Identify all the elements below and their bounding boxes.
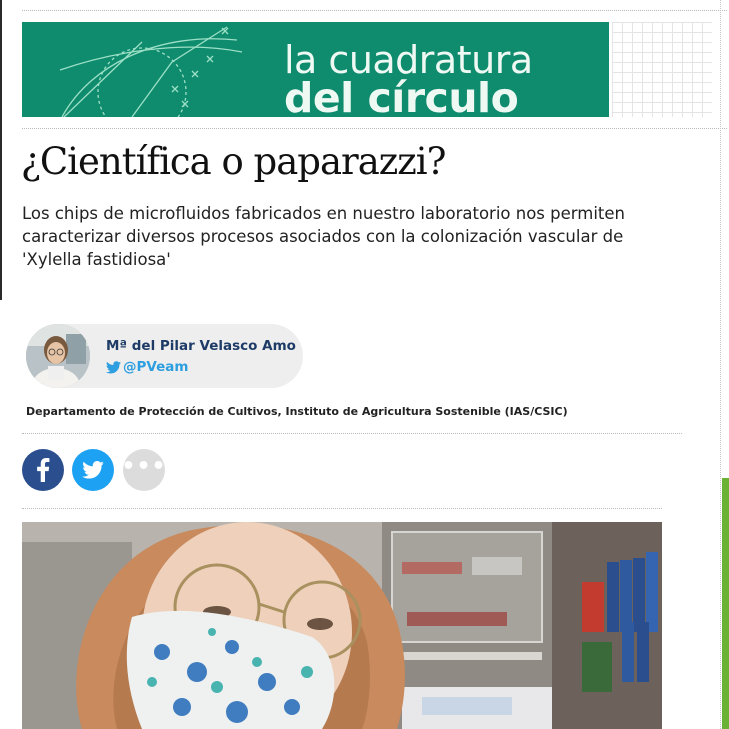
section-banner[interactable]: la cuadratura del círculo	[22, 22, 609, 117]
share-divider	[22, 508, 662, 509]
geometry-illustration	[59, 26, 243, 117]
share-facebook-button[interactable]	[22, 449, 64, 491]
author-divider	[22, 433, 682, 434]
share-twitter-button[interactable]	[72, 449, 114, 491]
article-title: ¿Científica o paparazzi?	[21, 140, 446, 183]
left-edge-bar	[0, 0, 2, 300]
article-subtitle: Los chips de microfluidos fabricados en …	[22, 204, 626, 269]
author-handle: @PVeam	[123, 359, 189, 375]
share-more-button[interactable]: •••	[121, 449, 167, 491]
right-column-rule	[720, 0, 721, 729]
grid-decoration	[612, 22, 712, 117]
sidebar-accent-bar	[722, 478, 729, 729]
more-dots-icon: •••	[121, 454, 167, 479]
twitter-icon	[82, 461, 104, 479]
author-card[interactable]: Mª del Pilar Velasco Amo @PVeam	[26, 324, 303, 388]
author-avatar[interactable]	[26, 324, 90, 388]
author-twitter-link[interactable]: @PVeam	[106, 359, 188, 375]
banner-title-line2: del círculo	[284, 74, 519, 117]
article-photo	[22, 522, 662, 729]
facebook-icon	[37, 458, 50, 482]
banner-divider	[22, 128, 727, 129]
author-affiliation: Departamento de Protección de Cultivos, …	[26, 405, 568, 418]
author-name[interactable]: Mª del Pilar Velasco Amo	[106, 338, 296, 354]
twitter-bird-icon	[106, 360, 121, 373]
top-divider	[22, 10, 727, 11]
